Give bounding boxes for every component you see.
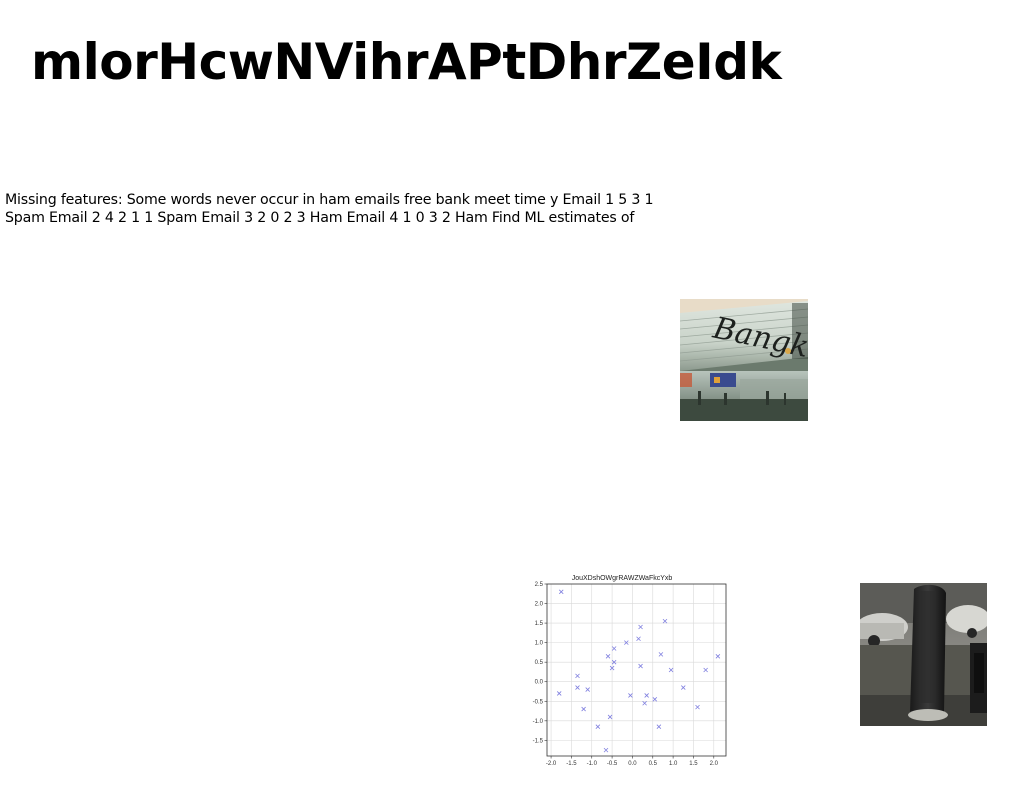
data-point — [658, 652, 664, 657]
data-point — [575, 685, 580, 690]
data-point — [611, 646, 617, 651]
x-tick-label: -2.0 — [546, 761, 557, 767]
plot-area-frame — [546, 583, 727, 757]
y-tick-label: 0.0 — [535, 680, 544, 686]
data-point — [695, 704, 700, 710]
y-tick-label: 1.5 — [535, 621, 544, 627]
bangkok-sign-photo: Bangkok — [680, 299, 808, 421]
street-scene-photo — [860, 583, 987, 726]
data-point — [652, 697, 658, 702]
axis-ticks: -2.0 -1.5 -1.0 -0.5 0.0 0.5 1.0 1.5 2.0 -1.5 -1.0 -… — [533, 582, 719, 767]
y-tick-label: 2.5 — [535, 582, 544, 588]
y-tick-label: 1.0 — [535, 641, 544, 647]
y-tick-label: -1.5 — [533, 738, 544, 744]
chart-title: JouXDshOWgrRAWZWaFkcYxb — [572, 575, 673, 582]
scatter-plot-figure: JouXDshOWgrRAWZWaFkcYxb -2.0 -1.5 -1.0 -0.5… — [528, 569, 734, 772]
data-point — [636, 636, 641, 642]
data-point — [605, 654, 611, 659]
x-tick-label: 0.5 — [649, 761, 658, 767]
data-point — [668, 667, 674, 673]
x-tick-label: 1.0 — [669, 761, 678, 767]
page-title: mlorHcwNVihrAPtDhrZeIdk — [31, 33, 782, 91]
chart-grid — [547, 583, 726, 756]
y-tick-label: 0.5 — [535, 660, 544, 666]
data-point — [595, 724, 601, 729]
y-tick-label: -1.0 — [533, 719, 544, 725]
x-tick-label: 2.0 — [710, 761, 719, 767]
data-points — [556, 589, 721, 753]
y-tick-label: 2.0 — [535, 602, 544, 608]
x-tick-label: 1.5 — [689, 761, 698, 767]
data-point — [638, 624, 643, 630]
data-point — [662, 618, 668, 624]
data-point — [607, 714, 613, 720]
data-point — [715, 654, 721, 659]
data-point — [644, 693, 649, 698]
data-point — [556, 691, 562, 696]
data-point — [656, 724, 662, 729]
x-tick-label: -0.5 — [607, 761, 618, 767]
data-point — [558, 589, 564, 595]
y-tick-label: -0.5 — [533, 699, 544, 705]
data-point — [681, 685, 686, 690]
data-point — [575, 673, 580, 679]
body-paragraph: Missing features: Some words never occur… — [5, 192, 654, 226]
x-tick-label: 0.0 — [628, 761, 637, 767]
x-tick-label: -1.5 — [566, 761, 577, 767]
data-point — [581, 706, 586, 712]
data-point — [638, 663, 643, 669]
data-point — [628, 693, 633, 698]
x-tick-label: -1.0 — [587, 761, 598, 767]
data-point — [703, 667, 708, 673]
data-point — [642, 700, 647, 706]
data-point — [585, 687, 590, 692]
data-point — [603, 747, 609, 753]
